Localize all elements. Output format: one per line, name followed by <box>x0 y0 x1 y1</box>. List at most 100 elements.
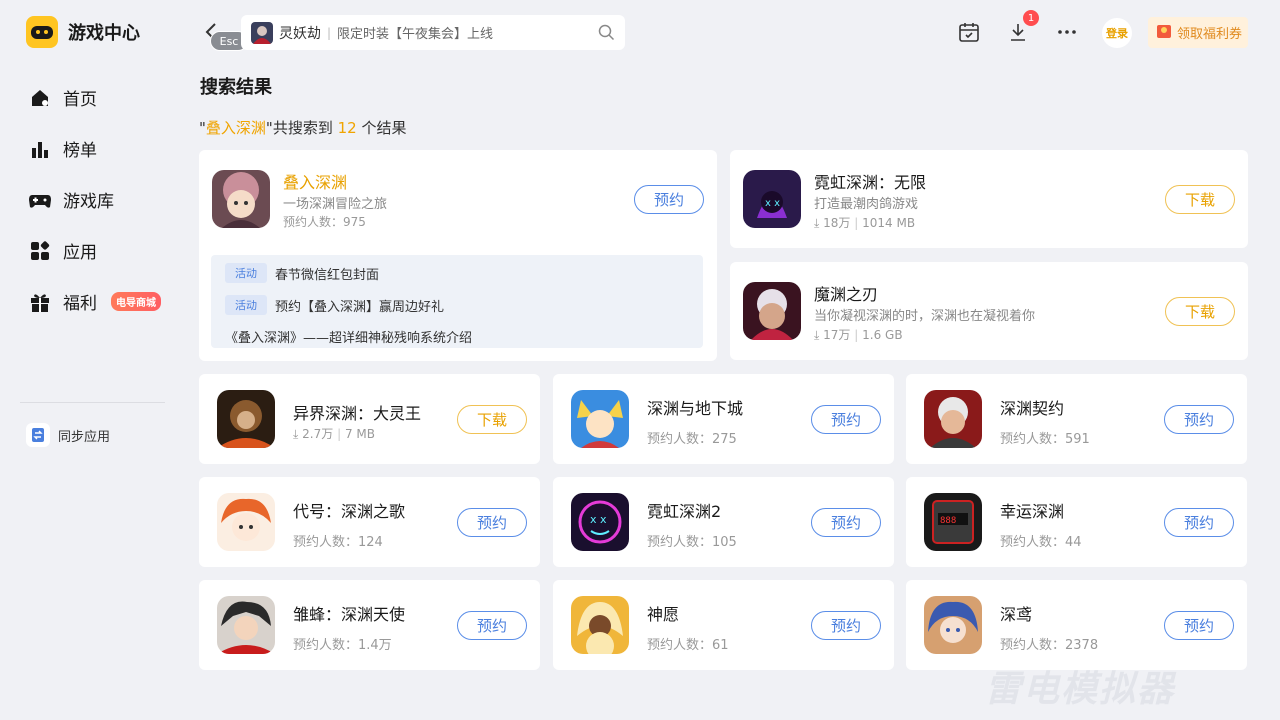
sidebar-item-welfare[interactable]: 福利 电导商城 <box>28 276 161 327</box>
game-meta: ⤓ 2.7万 | 7 MB <box>293 425 375 442</box>
game-card[interactable]: 深渊与地下城 预约人数：275 预约 <box>553 374 894 464</box>
download-count-badge: 1 <box>1023 10 1039 26</box>
sidebar-item-apps[interactable]: 应用 <box>28 225 161 276</box>
game-name[interactable]: 神愿 <box>647 601 679 625</box>
reservation-count: 预约人数：275 <box>647 432 737 447</box>
game-meta: ⤓ 17万 | 1.6 GB <box>814 326 903 343</box>
reservation-count: 预约人数：61 <box>647 638 729 653</box>
game-card[interactable]: 神愿 预约人数：61 预约 <box>553 580 894 670</box>
game-card[interactable]: 异界深渊：大灵王 ⤓ 2.7万 | 7 MB 下载 <box>199 374 540 464</box>
brand: 游戏中心 <box>26 16 140 48</box>
sidebar: 游戏中心 首页 榜单 游戏库 应用 福利 电导商城 同步应用 <box>0 0 185 720</box>
reserve-button[interactable]: 预约 <box>634 185 704 214</box>
game-icon <box>924 596 982 654</box>
download-small-icon: ⤓ <box>293 427 299 441</box>
search-promo-text: 限定时装【午夜集会】上线 <box>337 27 494 42</box>
coupon-label: 领取福利券 <box>1177 27 1243 42</box>
featured-game-card[interactable]: 叠入深渊 一场深渊冒险之旅 预约人数：975 预约 活动 春节微信红包封面 活动… <box>199 150 717 361</box>
download-button[interactable]: 下载 <box>1165 297 1235 326</box>
reserve-button[interactable]: 预约 <box>457 508 527 537</box>
sidebar-item-game-library[interactable]: 游戏库 <box>28 174 161 225</box>
game-card[interactable]: x x 霓虹深渊2 预约人数：105 预约 <box>553 477 894 567</box>
search-icon[interactable] <box>598 24 615 41</box>
reservation-count: 预约人数：2378 <box>1000 638 1099 653</box>
red-envelope-icon <box>1155 22 1173 44</box>
game-name[interactable]: 幸运深渊 <box>1000 498 1064 522</box>
game-name[interactable]: 深渊与地下城 <box>647 395 743 419</box>
reserve-button[interactable]: 预约 <box>811 405 881 434</box>
sidebar-nav: 首页 榜单 游戏库 应用 福利 电导商城 <box>28 72 161 327</box>
game-card[interactable]: 魔渊之刃 当你凝视深渊的时，深渊也在凝视着你 ⤓ 17万 | 1.6 GB 下载 <box>730 262 1248 360</box>
game-name[interactable]: 叠入深渊 <box>283 169 347 193</box>
activity-item[interactable]: 活动 春节微信红包封面 <box>225 263 379 283</box>
sidebar-item-label: 榜单 <box>63 141 97 161</box>
game-meta: ⤓ 18万 | 1014 MB <box>814 214 915 231</box>
game-icon <box>924 390 982 448</box>
reservation-count: 预约人数：44 <box>1000 535 1082 550</box>
ranking-icon <box>28 137 52 161</box>
game-icon <box>571 596 629 654</box>
reservation-count: 预约人数：591 <box>1000 432 1090 447</box>
game-name[interactable]: 深鸢 <box>1000 601 1032 625</box>
download-button[interactable]: 下载 <box>457 405 527 434</box>
game-card[interactable]: 代号：深渊之歌 预约人数：124 预约 <box>199 477 540 567</box>
download-small-icon: ⤓ <box>814 216 820 230</box>
download-small-icon: ⤓ <box>814 328 820 342</box>
sync-apps-button[interactable]: 同步应用 <box>26 423 110 447</box>
search-game-thumbnail <box>251 21 273 44</box>
game-name[interactable]: 霓虹深渊2 <box>647 498 721 522</box>
sync-label: 同步应用 <box>58 429 111 445</box>
game-controller-logo-icon <box>26 16 58 48</box>
game-icon <box>212 170 270 228</box>
game-name[interactable]: 异界深渊：大灵王 <box>293 400 421 424</box>
sidebar-item-ranking[interactable]: 榜单 <box>28 123 161 174</box>
activity-text: 春节微信红包封面 <box>275 267 380 283</box>
reserve-button[interactable]: 预约 <box>457 611 527 640</box>
reserve-button[interactable]: 预约 <box>811 611 881 640</box>
svg-text:x x: x x <box>590 513 607 526</box>
game-icon <box>217 596 275 654</box>
game-card[interactable]: 深鸢 预约人数：2378 预约 <box>906 580 1247 670</box>
game-name[interactable]: 深渊契约 <box>1000 395 1064 419</box>
reserve-button[interactable]: 预约 <box>811 508 881 537</box>
game-name[interactable]: 雏蜂：深渊天使 <box>293 601 405 625</box>
activity-tag: 活动 <box>225 295 267 315</box>
separator: | <box>854 216 859 230</box>
login-button[interactable]: 登录 <box>1102 18 1132 48</box>
app-title: 游戏中心 <box>68 23 140 44</box>
activity-item[interactable]: 活动 预约【叠入深渊】赢周边好礼 <box>225 295 444 315</box>
divider <box>20 402 165 403</box>
download-button[interactable]: 下载 <box>1165 185 1235 214</box>
reservation-count: 预约人数：105 <box>647 535 737 550</box>
reserve-button[interactable]: 预约 <box>1164 405 1234 434</box>
article-item[interactable]: 《叠入深渊》——超详细神秘残响系统介绍 <box>225 327 472 346</box>
summary-quote: " <box>199 119 206 137</box>
reserve-button[interactable]: 预约 <box>1164 508 1234 537</box>
game-name[interactable]: 代号：深渊之歌 <box>293 498 405 522</box>
more-icon[interactable] <box>1055 20 1079 44</box>
gift-icon <box>28 290 52 314</box>
reserve-button[interactable]: 预约 <box>1164 611 1234 640</box>
calendar-icon[interactable] <box>957 20 981 44</box>
game-name[interactable]: 魔渊之刃 <box>814 281 878 305</box>
game-description: 当你凝视深渊的时，深渊也在凝视着你 <box>814 309 1036 324</box>
mall-badge: 电导商城 <box>111 292 161 311</box>
game-card[interactable]: 深渊契约 预约人数：591 预约 <box>906 374 1247 464</box>
apps-icon <box>28 239 52 263</box>
file-size: 1.6 GB <box>862 328 903 342</box>
emulator-watermark: 雷电模拟器 <box>985 669 1176 710</box>
game-card[interactable]: 888 幸运深渊 预约人数：44 预约 <box>906 477 1247 567</box>
sidebar-item-home[interactable]: 首页 <box>28 72 161 123</box>
gamepad-icon <box>28 188 52 212</box>
claim-coupon-button[interactable]: 领取福利券 <box>1148 17 1248 48</box>
sidebar-item-label: 应用 <box>63 243 97 263</box>
separator: | <box>337 427 342 441</box>
reservation-count: 预约人数：1.4万 <box>293 638 392 653</box>
game-icon <box>743 282 801 340</box>
game-icon: 888 <box>924 493 982 551</box>
search-bar[interactable]: 灵妖劫 | 限定时装【午夜集会】上线 <box>241 15 625 50</box>
page-title: 搜索结果 <box>200 77 272 98</box>
game-card[interactable]: 雏蜂：深渊天使 预约人数：1.4万 预约 <box>199 580 540 670</box>
game-card[interactable]: x x 霓虹深渊：无限 打造最潮肉鸽游戏 ⤓ 18万 | 1014 MB 下载 <box>730 150 1248 248</box>
game-name[interactable]: 霓虹深渊：无限 <box>814 169 926 193</box>
